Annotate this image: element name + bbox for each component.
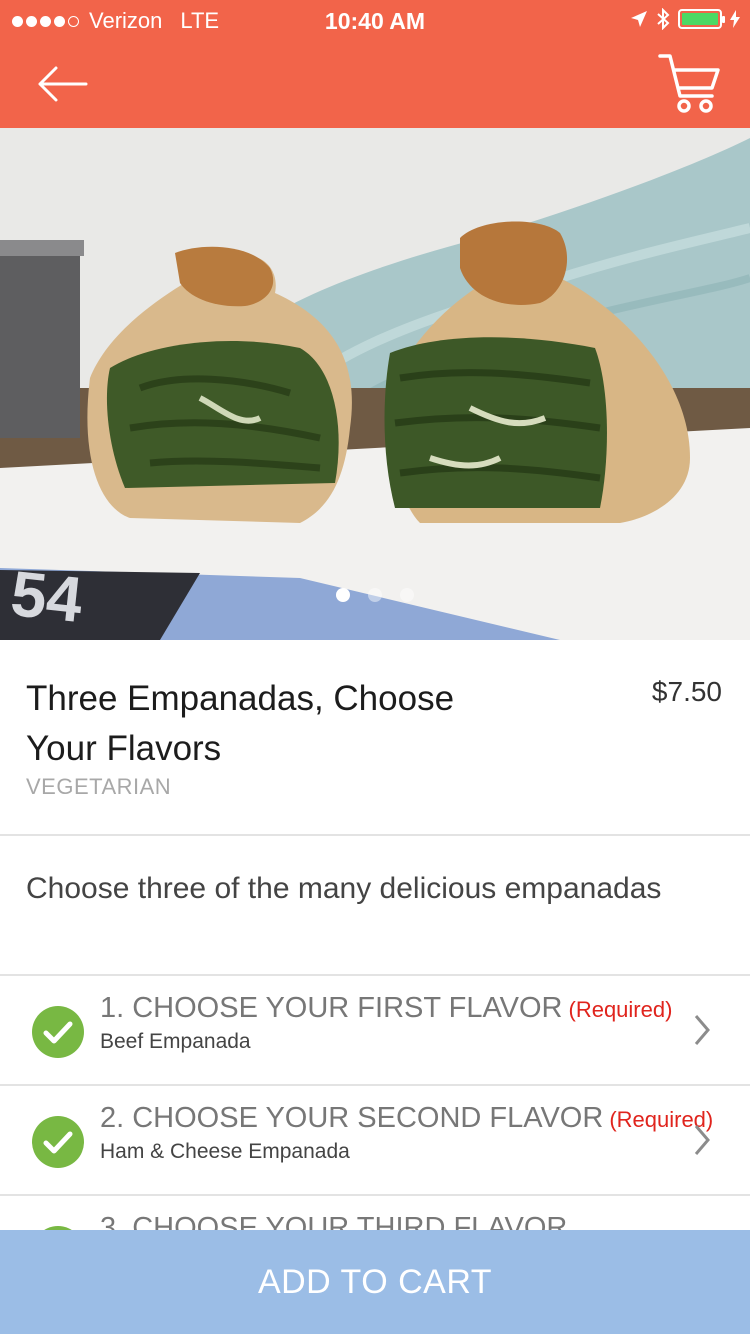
product-header: Three Empanadas, Choose Your Flavors $7.…: [0, 640, 750, 836]
bluetooth-icon: [656, 8, 670, 30]
required-label: (Required): [569, 997, 673, 1022]
cart-icon: [656, 50, 722, 116]
option-selected-value: Beef Empanada: [100, 1030, 251, 1054]
back-button[interactable]: [30, 60, 94, 108]
status-icons: [630, 8, 740, 30]
option-title: 2. CHOOSE YOUR SECOND FLAVOR(Required): [100, 1102, 713, 1135]
battery-icon: [678, 9, 722, 29]
product-price: $7.50: [652, 676, 722, 708]
empanadas-photo: 54: [0, 128, 750, 640]
carousel-pager[interactable]: [0, 588, 750, 602]
product-image-carousel[interactable]: 54: [0, 128, 750, 640]
product-title: Three Empanadas, Choose Your Flavors: [26, 674, 516, 774]
check-circle-icon: [32, 1116, 84, 1168]
chevron-right-icon: [692, 1120, 714, 1160]
cart-button[interactable]: [656, 50, 722, 116]
check-circle-icon: [32, 1006, 84, 1058]
pager-dot[interactable]: [368, 588, 382, 602]
option-title-text: 2. CHOOSE YOUR SECOND FLAVOR: [100, 1102, 603, 1134]
pager-dot[interactable]: [336, 588, 350, 602]
add-to-cart-button[interactable]: ADD TO CART: [0, 1230, 750, 1334]
product-description-section: Choose three of the many delicious empan…: [0, 836, 750, 976]
option-title-text: 1. CHOOSE YOUR FIRST FLAVOR: [100, 992, 563, 1024]
navigation-bar: [0, 40, 750, 128]
pager-dot[interactable]: [400, 588, 414, 602]
option-selected-value: Ham & Cheese Empanada: [100, 1140, 350, 1164]
chevron-right-icon: [692, 1010, 714, 1050]
option-row-first-flavor[interactable]: 1. CHOOSE YOUR FIRST FLAVOR(Required) Be…: [0, 976, 750, 1086]
charging-bolt-icon: [730, 10, 740, 28]
option-title: 1. CHOOSE YOUR FIRST FLAVOR(Required): [100, 992, 672, 1025]
product-description: Choose three of the many delicious empan…: [26, 872, 661, 906]
location-arrow-icon: [630, 10, 648, 28]
option-row-second-flavor[interactable]: 2. CHOOSE YOUR SECOND FLAVOR(Required) H…: [0, 1086, 750, 1196]
arrow-left-icon: [30, 60, 94, 108]
status-bar: Verizon LTE 10:40 AM: [0, 0, 750, 40]
dietary-tag: VEGETARIAN: [26, 774, 171, 800]
